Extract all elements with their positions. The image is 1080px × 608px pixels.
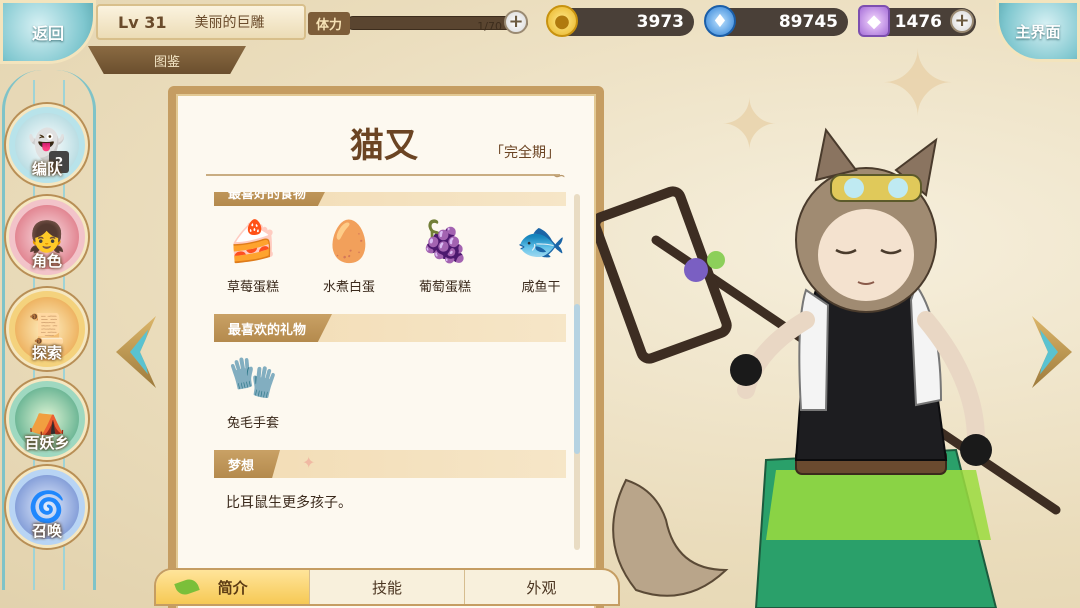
stamina-meter: 体力 1/70 +	[308, 8, 528, 38]
tab-label: 技能	[371, 578, 402, 597]
sidebar-item-explore[interactable]: 📜 探索	[6, 288, 88, 370]
sidebar-item-formation[interactable]: 👻 2 编队	[6, 104, 88, 186]
dream-text: 比耳鼠生更多孩子。	[226, 495, 352, 511]
list-item[interactable]: 🍰 草莓蛋糕	[218, 214, 288, 295]
list-item[interactable]: 🧤 兔毛手套	[218, 350, 288, 431]
codex-section-tab: 图鉴	[88, 46, 246, 74]
sidebar-item-label: 探索	[31, 344, 62, 362]
crystal-icon: ◆	[858, 5, 890, 37]
sidebar-item-characters[interactable]: 👧 角色	[6, 196, 88, 278]
list-item[interactable]: 🐟 咸鱼干	[506, 214, 566, 295]
grape-cake-icon: 🍇	[420, 219, 470, 265]
codex-scrollbar[interactable]	[574, 194, 580, 550]
codex-page: 猫又 「完全期」 ∽ 最喜好的食物 🍰 草莓蛋糕 🥚 水煮白蛋 🍇 葡萄蛋糕 🐟…	[176, 94, 596, 608]
back-label: 返回	[31, 24, 64, 43]
list-item[interactable]: 🍇 葡萄蛋糕	[410, 214, 480, 295]
gloves-icon: 🧤	[228, 355, 278, 401]
section-title: 最喜欢的礼物	[214, 314, 333, 342]
character-portrait	[596, 127, 1061, 608]
dream-header: 梦想 ✦	[214, 450, 566, 478]
sidebar-item-label: 召唤	[31, 522, 62, 540]
codex-content[interactable]: 最喜好的食物 🍰 草莓蛋糕 🥚 水煮白蛋 🍇 葡萄蛋糕 🐟 咸鱼干 最喜欢的礼物…	[198, 192, 566, 568]
section-title: 最喜好的食物	[214, 192, 333, 206]
gem-counter: ◆ 1476 +	[858, 5, 976, 37]
dried-fish-icon: 🐟	[516, 219, 566, 265]
player-name: 美丽的巨雕	[194, 15, 265, 31]
gold-value: 3973	[636, 12, 684, 32]
tab-intro[interactable]: 简介	[156, 570, 311, 604]
scrollbar-thumb[interactable]	[574, 304, 580, 454]
tab-label: 简介	[217, 578, 248, 597]
sparkle-icon: ✦	[302, 453, 316, 472]
sidebar-item-village[interactable]: ⛺ 百妖乡	[6, 378, 88, 460]
player-info: Lv 31 美丽的巨雕	[96, 4, 306, 40]
strawberry-cake-icon: 🍰	[228, 219, 278, 265]
codex-section-label: 图鉴	[153, 54, 180, 70]
sidebar-item-summon[interactable]: 🌀 召唤	[6, 466, 88, 548]
codex-panel: 猫又 「完全期」 ∽ 最喜好的食物 🍰 草莓蛋糕 🥚 水煮白蛋 🍇 葡萄蛋糕 🐟…	[168, 86, 604, 608]
favorite-food-header: 最喜好的食物	[214, 192, 566, 206]
list-item[interactable]: 🥚 水煮白蛋	[314, 214, 384, 295]
stamina-value: 1/70	[477, 20, 502, 33]
evolution-stage: 「完全期」	[490, 145, 560, 161]
gift-name: 兔毛手套	[226, 416, 279, 431]
codex-tabs: 简介 技能 外观	[154, 568, 620, 606]
star-decoration-icon: ✦	[880, 32, 956, 137]
food-name: 草莓蛋糕	[226, 280, 279, 295]
favorite-food-list: 🍰 草莓蛋糕 🥚 水煮白蛋 🍇 葡萄蛋糕 🐟 咸鱼干	[218, 214, 566, 295]
tab-skills[interactable]: 技能	[310, 570, 465, 604]
sidebar-item-label: 百妖乡	[24, 434, 70, 452]
soul-fire-counter: ♦ 89745	[704, 5, 848, 37]
favorite-gift-list: 🧤 兔毛手套	[218, 350, 288, 431]
stamina-label: 体力	[308, 11, 351, 35]
tab-label: 外观	[526, 578, 557, 597]
favorite-gift-header: 最喜欢的礼物	[214, 314, 566, 342]
gem-value: 1476	[894, 12, 942, 32]
soul-fire-value: 89745	[778, 12, 838, 32]
boiled-egg-icon: 🥚	[324, 219, 374, 265]
section-title: 梦想	[214, 450, 281, 478]
leaf-icon	[174, 576, 200, 598]
character-name: 猫又	[350, 126, 418, 166]
food-name: 葡萄蛋糕	[418, 280, 471, 295]
add-gems-button[interactable]: +	[950, 9, 974, 33]
tab-appearance[interactable]: 外观	[465, 570, 618, 604]
blue-flame-icon: ♦	[704, 5, 736, 37]
food-name: 水煮白蛋	[322, 280, 375, 295]
title-divider	[206, 174, 560, 176]
food-name: 咸鱼干	[521, 280, 561, 295]
player-level: Lv 31	[118, 12, 167, 32]
sidebar-item-label: 编队	[31, 160, 62, 178]
gold-coin-icon: ●	[546, 5, 578, 37]
curl-ornament-icon: ∽	[552, 166, 566, 185]
gold-counter: ● 3973	[546, 5, 694, 37]
add-stamina-button[interactable]: +	[504, 10, 528, 34]
home-label: 主界面	[1015, 22, 1061, 41]
sidebar-item-label: 角色	[31, 252, 62, 270]
